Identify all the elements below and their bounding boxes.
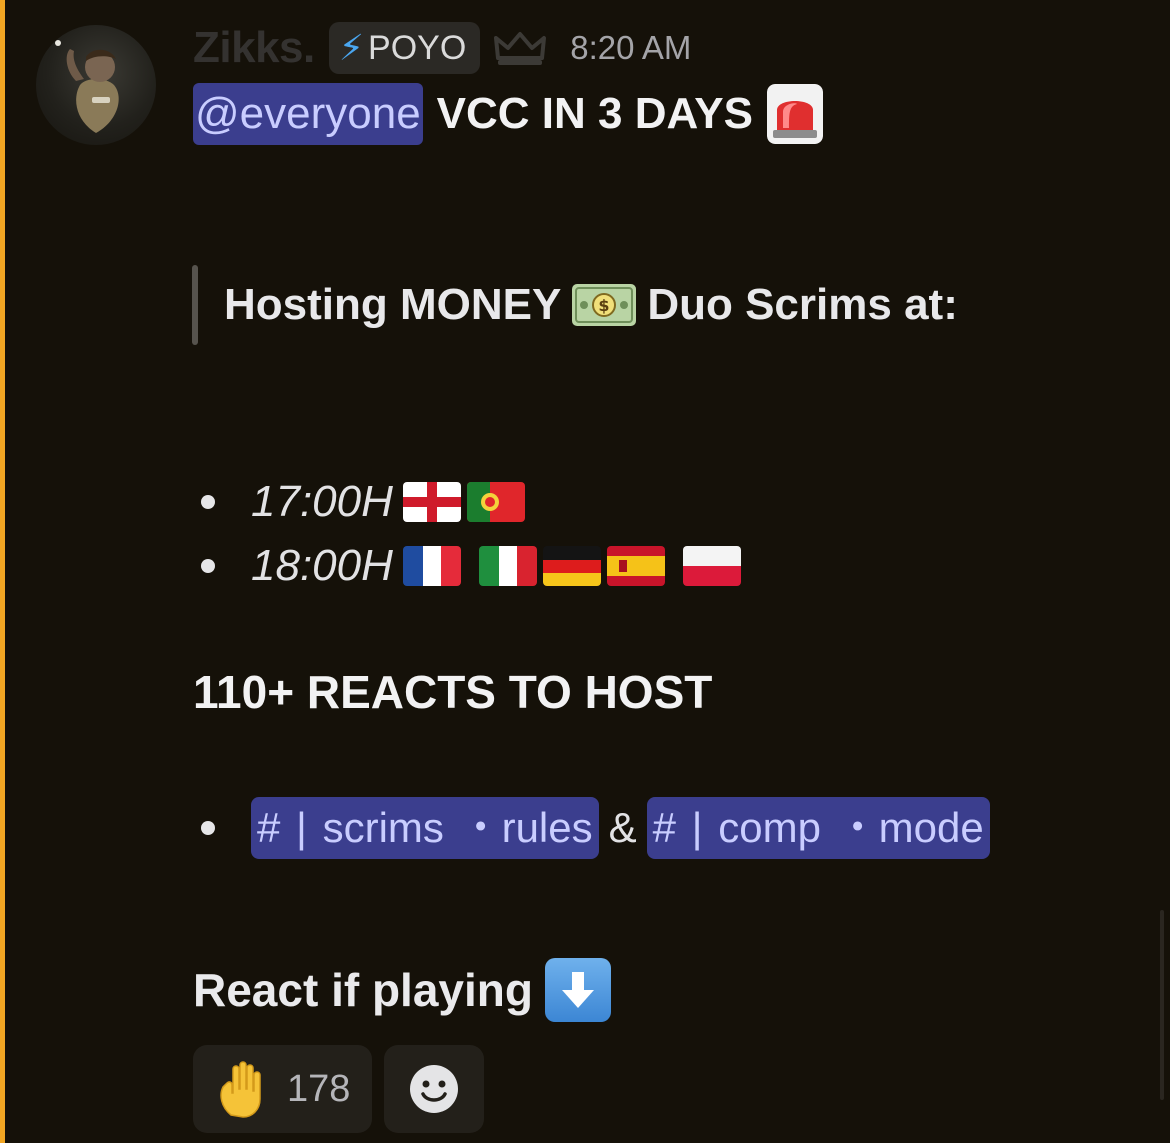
call-to-action: React if playing	[193, 955, 611, 1025]
france-flag-icon	[402, 546, 461, 586]
call-to-action-text: React if playing	[193, 964, 533, 1016]
add-reaction-button[interactable]	[384, 1045, 485, 1133]
blockquote-bar	[192, 265, 198, 345]
channel-link-comp-mode[interactable]: # | comp ・mode	[646, 797, 990, 859]
react-requirement: 110+ REACTS TO HOST	[193, 666, 713, 718]
headline-text: VCC IN 3 DAYS	[436, 89, 753, 138]
server-tag-badge[interactable]: ⚡ POYO	[328, 22, 481, 74]
lightning-icon: ⚡	[338, 27, 365, 68]
quote-prefix: Hosting MONEY	[224, 280, 562, 329]
england-flag-icon	[402, 482, 461, 522]
poland-flag-icon	[682, 546, 741, 586]
list-item: 17:00H	[193, 470, 747, 534]
schedule-list: 17:00H 18:00H	[193, 470, 747, 598]
blockquote: Hosting MONEY $ Duo Scrims at:	[192, 265, 958, 345]
avatar-image	[55, 40, 119, 133]
spain-flag-icon	[606, 546, 665, 586]
scrollbar[interactable]	[1160, 910, 1164, 1100]
reaction-count: 178	[287, 1067, 351, 1110]
siren-icon	[766, 84, 823, 144]
svg-text:$: $	[599, 296, 610, 315]
smiley-icon	[410, 1065, 459, 1113]
quote-suffix: Duo Scrims at:	[647, 280, 958, 329]
message-header: Zikks. ⚡ POYO 8:20 AM	[193, 18, 691, 78]
reaction-raised-hand[interactable]: 178	[193, 1045, 373, 1133]
blockquote-text: Hosting MONEY $ Duo Scrims at:	[224, 280, 958, 330]
raised-hand-icon	[220, 1061, 261, 1118]
portugal-flag-icon	[466, 482, 525, 522]
message-timestamp[interactable]: 8:20 AM	[570, 29, 691, 67]
headline-line: @everyone VCC IN 3 DAYS	[193, 82, 823, 146]
down-arrow-icon	[544, 958, 611, 1022]
bullet-dot	[201, 821, 215, 835]
bullet-dot	[201, 559, 215, 573]
schedule-time: 18:00H	[251, 541, 393, 590]
channel-links-row: # | scrims ・rules & # | comp ・mode	[193, 797, 990, 859]
author-name[interactable]: Zikks.	[193, 23, 315, 73]
list-item: 18:00H	[193, 534, 747, 598]
germany-flag-icon	[542, 546, 601, 586]
schedule-time: 17:00H	[251, 477, 393, 526]
channel-joiner: &	[608, 804, 637, 851]
crown-icon	[494, 32, 547, 65]
avatar[interactable]	[36, 25, 156, 145]
reactions-bar: 178	[193, 1045, 485, 1133]
bullet-dot	[201, 495, 215, 509]
mention-highlight-bar	[0, 0, 5, 1143]
server-tag-label: POYO	[368, 28, 467, 67]
everyone-mention[interactable]: @everyone	[193, 83, 423, 145]
channel-link-scrims-rules[interactable]: # | scrims ・rules	[251, 797, 599, 859]
money-bill-icon: $	[572, 284, 637, 326]
italy-flag-icon	[478, 546, 537, 586]
